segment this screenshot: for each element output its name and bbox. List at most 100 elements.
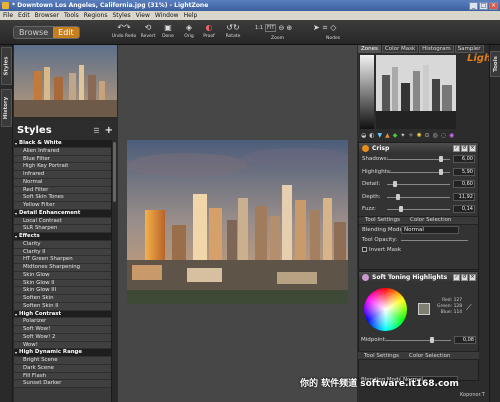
style-category[interactable]: High Contrast <box>14 310 111 319</box>
noise-icon[interactable]: ✧ <box>408 132 413 139</box>
hue-icon[interactable]: ◉ <box>449 132 454 139</box>
style-item[interactable]: High Key Portrait <box>14 163 111 171</box>
invert-mask-checkbox[interactable] <box>362 246 367 252</box>
tab-tools[interactable]: Tools <box>490 51 500 77</box>
style-item[interactable]: SLR Sharpen <box>14 225 111 233</box>
orig-button[interactable]: ◈ Orig <box>180 23 198 39</box>
slider-knob[interactable] <box>399 206 404 212</box>
browse-tab[interactable]: Browse <box>14 27 54 38</box>
slider-knob[interactable] <box>438 156 443 162</box>
remove-tool-icon[interactable]: × <box>469 144 476 152</box>
spot-icon[interactable]: ◎ <box>433 132 438 139</box>
main-photo[interactable] <box>127 140 348 304</box>
relight-icon[interactable]: ✺ <box>416 132 421 139</box>
style-item[interactable]: Fill Flash <box>14 372 111 381</box>
menu-file[interactable]: File <box>3 12 13 19</box>
style-category[interactable]: Effects <box>14 233 111 241</box>
slider-value-field[interactable]: 0,14 <box>453 205 475 213</box>
color-balance-icon[interactable]: ▲ <box>385 132 390 139</box>
tab-histogram[interactable]: Histogram <box>419 45 454 53</box>
midpoint-knob[interactable] <box>430 337 434 343</box>
proof-button[interactable]: ◐ Proof <box>200 23 218 39</box>
curve-tool-icon[interactable]: ◐ <box>369 132 374 139</box>
midpoint-value[interactable]: 0,08 <box>454 336 476 344</box>
style-item[interactable]: Clarity <box>14 240 111 249</box>
slider-knob[interactable] <box>396 193 401 200</box>
tab-zones[interactable]: Zones <box>358 45 381 53</box>
style-item[interactable]: Blue Filter <box>14 155 111 164</box>
style-item[interactable]: Soft Wow! 2 <box>14 333 111 342</box>
saturation-icon[interactable]: ◆ <box>393 132 398 139</box>
style-item[interactable]: Midtones Sharpening <box>14 264 111 272</box>
crisp-header[interactable]: Crisp ✓ ↺ × <box>359 143 478 153</box>
style-category[interactable]: Detail Enhancement <box>14 209 111 218</box>
reset-icon-2[interactable]: ↺ <box>461 273 468 281</box>
style-item[interactable]: Alien Infrared <box>14 147 111 156</box>
style-item[interactable]: Skin Glow II <box>14 279 111 288</box>
style-item[interactable]: Yellow Filter <box>14 202 111 210</box>
color-swatch[interactable] <box>418 303 430 315</box>
sharpen-icon[interactable]: ✦ <box>400 132 405 139</box>
slider-value-field[interactable]: 11,92 <box>453 192 475 201</box>
style-item[interactable]: HT Green Sharpen <box>14 256 111 264</box>
revert-button[interactable]: ⟲ Revert <box>139 23 157 39</box>
menu-regions[interactable]: Regions <box>84 12 108 19</box>
midpoint-slider[interactable] <box>386 340 451 341</box>
crisp-color-selection-tab[interactable]: Color Selection <box>410 217 451 223</box>
style-category[interactable]: Black & White <box>14 140 111 148</box>
style-item[interactable]: Infrared <box>14 171 111 179</box>
gradient-tool-icon[interactable]: ▼ <box>378 132 383 139</box>
style-item[interactable]: Clarity II <box>14 248 111 257</box>
tab-styles[interactable]: Styles <box>1 47 12 85</box>
crop-icon[interactable]: ⌗ <box>323 23 328 33</box>
clone-icon[interactable]: ⊙ <box>424 132 429 139</box>
scroll-thumb[interactable] <box>113 142 116 202</box>
zoom-1-1-button[interactable]: 1:1 <box>255 25 263 31</box>
zoom-out-icon[interactable]: ⊖ <box>278 24 284 32</box>
toggle-visibility-icon-2[interactable]: ✓ <box>453 273 460 281</box>
style-category[interactable]: High Dynamic Range <box>14 349 111 357</box>
slider-value-field[interactable]: 5,90 <box>453 167 475 176</box>
style-item[interactable]: Wow! <box>14 341 111 350</box>
slider-track[interactable] <box>387 209 450 210</box>
remove-tool-icon-2[interactable]: × <box>469 273 476 281</box>
style-item[interactable]: Soft Skin Tones <box>14 194 111 202</box>
styles-scrollbar[interactable] <box>111 140 117 402</box>
style-item[interactable]: Red Filter <box>14 186 111 195</box>
menu-edit[interactable]: Edit <box>18 12 30 19</box>
menu-window[interactable]: Window <box>155 12 179 19</box>
blending-mode-select[interactable]: Normal <box>401 225 459 234</box>
minimize-button[interactable]: _ <box>469 1 478 10</box>
slider-value-field[interactable]: 6,00 <box>453 155 475 163</box>
slider-value-field[interactable]: 0,60 <box>453 180 475 188</box>
toning-tool-settings-tab[interactable]: Tool Settings <box>364 353 399 359</box>
done-button[interactable]: ▣ Done <box>159 23 177 39</box>
style-item[interactable]: Sunset Darker <box>14 380 111 388</box>
color-wheel[interactable] <box>364 288 407 331</box>
slider-knob[interactable] <box>438 168 443 175</box>
style-item[interactable]: Normal <box>14 178 111 187</box>
region-icon[interactable]: ◇ <box>330 23 336 33</box>
menu-tools[interactable]: Tools <box>64 12 79 19</box>
toning-color-selection-tab[interactable]: Color Selection <box>409 353 450 359</box>
edit-tab[interactable]: Edit <box>53 27 79 38</box>
arrow-pointer-icon[interactable]: ➤ <box>313 23 320 33</box>
toggle-visibility-icon[interactable]: ✓ <box>453 144 460 152</box>
menu-view[interactable]: View <box>136 12 150 19</box>
style-item[interactable]: Soft Wow! <box>14 326 111 334</box>
zone-mapper[interactable] <box>360 55 374 129</box>
style-item[interactable]: Skin Glow III <box>14 287 111 295</box>
list-view-icon[interactable]: ☰ <box>93 127 99 135</box>
crisp-tool-settings-tab[interactable]: Tool Settings <box>365 217 400 223</box>
reset-icon[interactable]: ↺ <box>461 144 468 152</box>
menu-browser[interactable]: Browser <box>35 12 59 19</box>
blur-icon[interactable]: ◌ <box>441 132 446 139</box>
close-button[interactable]: × <box>489 1 498 10</box>
style-item[interactable]: Polarizer <box>14 318 111 326</box>
eyedropper-icon[interactable]: ⟋ <box>466 303 472 313</box>
undo-redo-button[interactable]: ↶↷ Undo Redo <box>112 23 137 39</box>
menu-styles[interactable]: Styles <box>112 12 130 19</box>
tab-color-mask[interactable]: Color Mask <box>381 45 419 53</box>
style-item[interactable]: Bright Scene <box>14 357 111 365</box>
zoom-fit-button[interactable]: FIT <box>265 24 277 32</box>
